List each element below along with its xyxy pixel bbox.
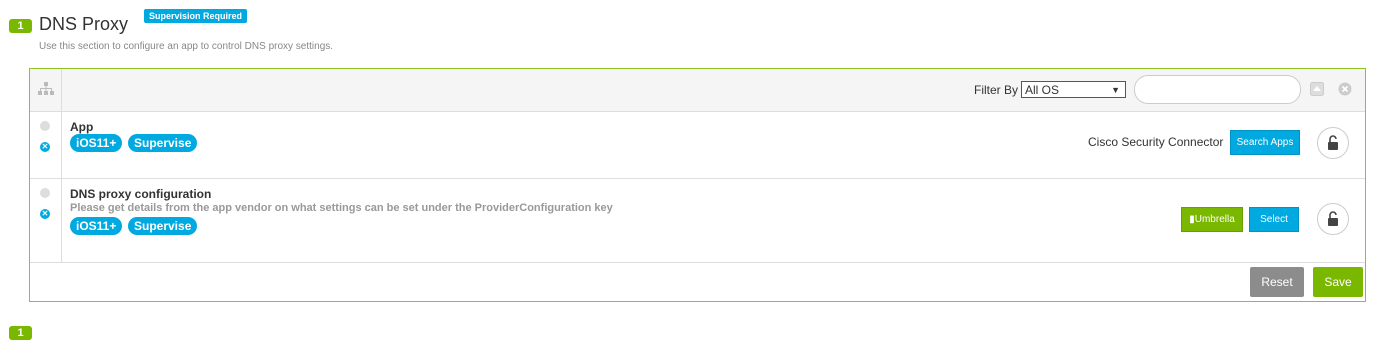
supervise-pill: Supervise (128, 217, 198, 235)
row-side: ✕ (30, 111, 62, 178)
os-filter-select[interactable]: All OS ▼ (1021, 81, 1126, 98)
status-dot-icon (40, 121, 50, 131)
hierarchy-icon[interactable] (38, 82, 54, 96)
next-section-number-badge: 1 (9, 326, 32, 340)
select-button[interactable]: Select (1249, 207, 1299, 232)
panel-toolbar: Filter By All OS ▼ (30, 69, 1365, 112)
remove-icon[interactable]: ✕ (40, 142, 50, 152)
umbrella-file-button[interactable]: ▮Umbrella (1181, 207, 1243, 232)
lock-toggle[interactable] (1317, 127, 1349, 159)
section-description: Use this section to configure an app to … (39, 41, 334, 52)
supervision-badge: Supervision Required (144, 9, 248, 23)
search-apps-button[interactable]: Search Apps (1230, 130, 1300, 155)
dns-config-row: ✕ DNS proxy configuration Please get det… (30, 178, 1365, 263)
selected-app-name: Cisco Security Connector (1088, 135, 1224, 149)
reset-button[interactable]: Reset (1250, 267, 1304, 297)
row-title: App (70, 120, 94, 134)
supervise-pill: Supervise (128, 134, 198, 152)
file-button-label: Umbrella (1194, 214, 1235, 225)
collapse-up-icon[interactable] (1310, 82, 1324, 96)
row-side: ✕ (30, 178, 62, 262)
lock-toggle[interactable] (1317, 203, 1349, 235)
filter-label: Filter By (974, 83, 1019, 97)
platform-pill: iOS11+ (70, 134, 123, 152)
status-dot-icon (40, 188, 50, 198)
save-button[interactable]: Save (1313, 267, 1363, 297)
dns-proxy-panel: Filter By All OS ▼ ✕ App iOS11+ Supervis… (29, 68, 1366, 302)
remove-icon[interactable]: ✕ (40, 209, 50, 219)
clear-icon[interactable] (1338, 82, 1352, 96)
platform-pill: iOS11+ (70, 217, 123, 235)
dropdown-arrow-icon: ▼ (1111, 85, 1120, 95)
unlock-icon (1328, 135, 1338, 150)
unlock-icon (1328, 211, 1338, 226)
os-filter-value: All OS (1025, 83, 1060, 97)
section-title: DNS Proxy (39, 14, 129, 34)
row-subtitle: Please get details from the app vendor o… (70, 202, 613, 214)
tree-cell (30, 69, 62, 111)
search-input[interactable] (1134, 75, 1301, 104)
section-number-badge: 1 (9, 19, 32, 33)
row-title: DNS proxy configuration (70, 187, 212, 201)
app-row: ✕ App iOS11+ Supervise Cisco Security Co… (30, 111, 1365, 179)
